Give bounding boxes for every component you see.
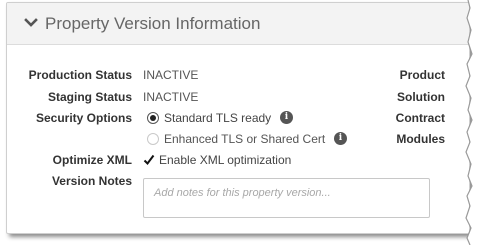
standard-tls-label[interactable]: Standard TLS ready — [164, 111, 271, 125]
optimize-xml-label: Optimize XML — [52, 153, 132, 167]
contract-label: Contract — [395, 111, 445, 125]
product-label: Product — [399, 68, 445, 82]
security-options-label: Security Options — [35, 111, 132, 125]
staging-status-label: Staging Status — [47, 90, 132, 104]
version-notes-label: Version Notes — [51, 174, 132, 188]
solution-label: Solution — [397, 90, 445, 104]
version-notes-input[interactable] — [143, 178, 430, 218]
info-icon[interactable]: i — [280, 111, 293, 124]
enhanced-tls-label[interactable]: Enhanced TLS or Shared Cert — [164, 132, 325, 146]
chevron-down-icon[interactable] — [24, 16, 38, 30]
torn-edge — [465, 0, 482, 245]
info-icon[interactable]: i — [334, 132, 347, 145]
production-status-value: INACTIVE — [143, 68, 199, 82]
property-version-panel: Property Version Information Production … — [6, 2, 470, 234]
production-status-label: Production Status — [28, 68, 132, 82]
staging-status-value: INACTIVE — [143, 90, 199, 104]
enable-xml-label[interactable]: Enable XML optimization — [159, 153, 291, 167]
modules-label: Modules — [396, 132, 445, 146]
enhanced-tls-radio[interactable] — [147, 133, 159, 145]
panel-title: Property Version Information — [45, 14, 261, 33]
enable-xml-checkbox[interactable] — [143, 154, 155, 166]
panel-header[interactable]: Property Version Information — [7, 3, 469, 45]
standard-tls-radio[interactable] — [147, 112, 159, 124]
